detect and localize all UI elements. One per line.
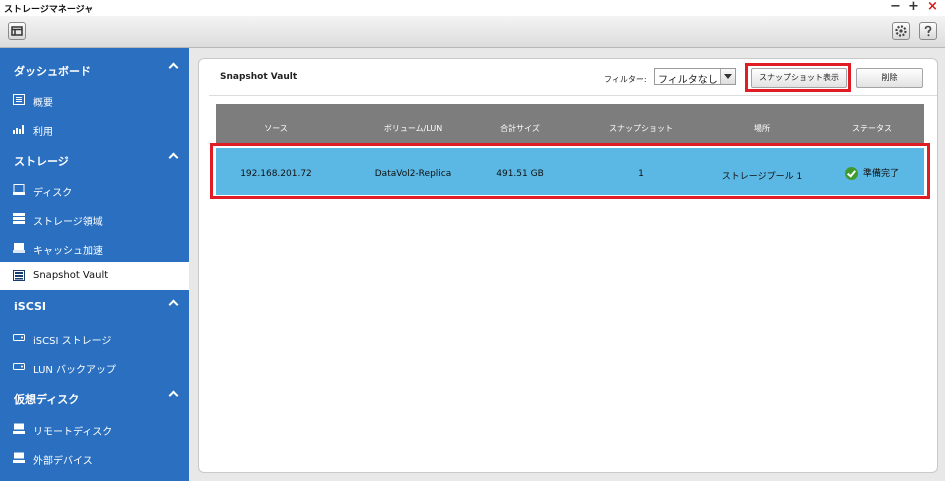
- sidebar-section-dashboard[interactable]: ダッシュボード: [0, 55, 189, 84]
- chevron-up-icon: [168, 299, 179, 310]
- usage-chart-icon: [13, 125, 24, 134]
- close-button[interactable]: ×: [927, 0, 938, 14]
- layout-icon: [11, 26, 23, 36]
- sidebar-item-external-device[interactable]: 外部デバイス: [0, 444, 189, 472]
- toolbar: [0, 16, 945, 48]
- settings-button[interactable]: [892, 22, 910, 40]
- sidebar-item-remote-disk[interactable]: リモートディスク: [0, 415, 189, 443]
- title-bar: ストレージマネージャ − + ×: [0, 0, 945, 16]
- highlight-box-row: [210, 143, 930, 199]
- filter-label: フィルター:: [604, 75, 647, 84]
- gear-icon: [895, 25, 907, 37]
- chevron-up-icon: [168, 152, 179, 163]
- snapshot-vault-icon: [13, 270, 25, 281]
- filter-select[interactable]: フィルタなし: [654, 68, 736, 86]
- highlight-box-show-snapshot: [745, 63, 851, 92]
- window-title: ストレージマネージャ: [4, 5, 94, 15]
- table-header: ソース ボリューム/LUN 合計サイズ スナップショット 場所 ステータス: [216, 104, 924, 145]
- column-header-source[interactable]: ソース: [264, 123, 288, 134]
- sidebar-section-virtual-disk[interactable]: 仮想ディスク: [0, 383, 189, 412]
- overview-icon: [13, 94, 25, 105]
- sidebar-section-storage[interactable]: ストレージ: [0, 145, 189, 174]
- sidebar: ダッシュボード 概要 利用 ストレージ ディスク ストレージ領域 キャッシュ加速…: [0, 48, 189, 481]
- column-header-location[interactable]: 場所: [754, 123, 770, 134]
- iscsi-storage-icon: [13, 334, 25, 341]
- sidebar-item-snapshot-vault[interactable]: Snapshot Vault: [0, 262, 189, 290]
- external-device-icon: [13, 452, 25, 463]
- chevron-up-icon: [168, 390, 179, 401]
- chevron-down-icon[interactable]: [720, 69, 735, 84]
- lun-backup-icon: [13, 363, 25, 370]
- disk-icon: [13, 184, 25, 195]
- column-header-snapshot[interactable]: スナップショット: [609, 123, 673, 134]
- column-header-status[interactable]: ステータス: [852, 123, 892, 134]
- maximize-button[interactable]: +: [908, 0, 919, 14]
- sidebar-item-storage-space[interactable]: ストレージ領域: [0, 205, 189, 233]
- divider: [209, 95, 937, 96]
- help-button[interactable]: [919, 22, 937, 40]
- sidebar-section-iscsi[interactable]: iSCSI: [0, 292, 189, 321]
- remote-disk-icon: [13, 423, 25, 434]
- delete-button[interactable]: 削除: [856, 68, 923, 88]
- page-title: Snapshot Vault: [220, 72, 298, 82]
- cache-icon: [13, 243, 25, 253]
- help-icon: [924, 25, 932, 37]
- storage-space-icon: [13, 213, 25, 224]
- sidebar-item-cache-acceleration[interactable]: キャッシュ加速: [0, 234, 189, 262]
- sidebar-item-iscsi-storage[interactable]: iSCSI ストレージ: [0, 324, 189, 352]
- chevron-up-icon: [168, 62, 179, 73]
- minimize-button[interactable]: −: [890, 0, 901, 14]
- panel-toggle-button[interactable]: [8, 22, 26, 40]
- column-header-total-size[interactable]: 合計サイズ: [500, 123, 540, 134]
- sidebar-item-lun-backup[interactable]: LUN バックアップ: [0, 353, 189, 381]
- sidebar-item-disk[interactable]: ディスク: [0, 176, 189, 204]
- column-header-volume-lun[interactable]: ボリューム/LUN: [384, 123, 442, 134]
- main-panel: Snapshot Vault フィルター: フィルタなし スナップショット表示 …: [198, 58, 938, 473]
- sidebar-item-overview[interactable]: 概要: [0, 86, 189, 114]
- sidebar-item-usage[interactable]: 利用: [0, 115, 189, 143]
